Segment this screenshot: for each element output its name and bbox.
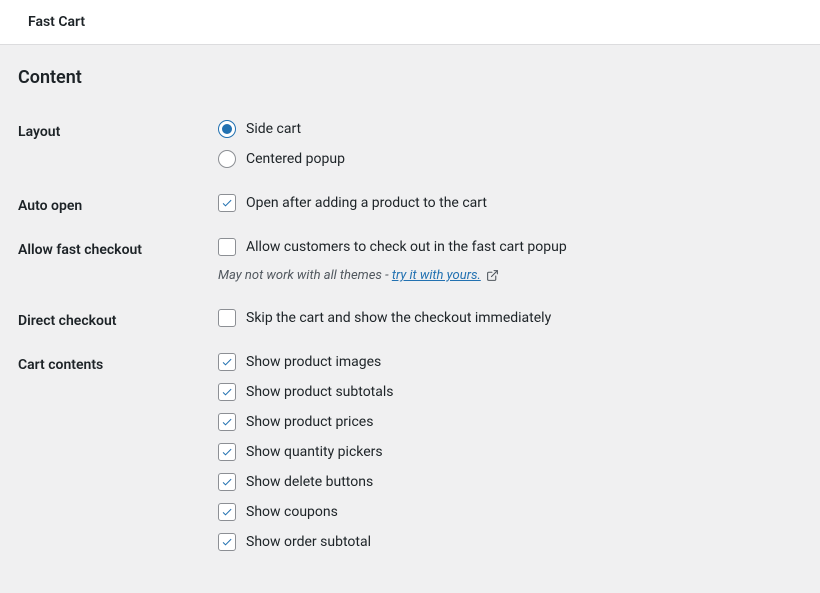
checkbox-product-images-label: Show product images (246, 353, 381, 371)
checkbox-auto-open[interactable] (218, 194, 236, 212)
checkbox-quantity-pickers-label: Show quantity pickers (246, 443, 383, 461)
radio-side-cart[interactable] (218, 120, 236, 138)
cart-contents-option[interactable]: Show delete buttons (218, 473, 802, 491)
fast-checkout-hint-text: May not work with all themes - (218, 268, 392, 283)
checkbox-quantity-pickers[interactable] (218, 443, 236, 461)
fast-checkout-hint: May not work with all themes - try it wi… (218, 268, 802, 283)
row-direct-checkout: Direct checkout Skip the cart and show t… (18, 303, 802, 347)
checkbox-coupons[interactable] (218, 503, 236, 521)
row-cart-contents: Cart contents Show product images Show p… (18, 347, 802, 571)
checkbox-product-prices[interactable] (218, 413, 236, 431)
label-direct-checkout: Direct checkout (18, 303, 218, 347)
cart-contents-option[interactable]: Show coupons (218, 503, 802, 521)
radio-side-cart-label: Side cart (246, 120, 301, 138)
checkbox-direct-checkout[interactable] (218, 309, 236, 327)
label-layout: Layout (18, 114, 218, 188)
checkbox-fast-checkout-label: Allow customers to check out in the fast… (246, 238, 567, 256)
checkbox-fast-checkout[interactable] (218, 238, 236, 256)
cart-contents-option[interactable]: Show quantity pickers (218, 443, 802, 461)
checkbox-auto-open-label: Open after adding a product to the cart (246, 194, 487, 212)
checkbox-product-images[interactable] (218, 353, 236, 371)
section-heading: Content (18, 67, 802, 88)
layout-option-side-cart[interactable]: Side cart (218, 120, 802, 138)
row-auto-open: Auto open Open after adding a product to… (18, 188, 802, 232)
cart-contents-option[interactable]: Show product subtotals (218, 383, 802, 401)
direct-checkout-option[interactable]: Skip the cart and show the checkout imme… (218, 309, 802, 327)
content-wrap: Content Layout Side cart Centered popup … (0, 45, 820, 593)
label-auto-open: Auto open (18, 188, 218, 232)
radio-centered-popup[interactable] (218, 150, 236, 168)
page-title: Fast Cart (28, 14, 792, 30)
checkbox-product-subtotals[interactable] (218, 383, 236, 401)
layout-option-centered-popup[interactable]: Centered popup (218, 150, 802, 168)
checkbox-product-prices-label: Show product prices (246, 413, 373, 431)
auto-open-option[interactable]: Open after adding a product to the cart (218, 194, 802, 212)
fast-checkout-hint-link[interactable]: try it with yours. (392, 268, 481, 283)
label-cart-contents: Cart contents (18, 347, 218, 571)
fast-checkout-option[interactable]: Allow customers to check out in the fast… (218, 238, 802, 256)
cart-contents-option[interactable]: Show product images (218, 353, 802, 371)
row-layout: Layout Side cart Centered popup (18, 114, 802, 188)
checkbox-delete-buttons[interactable] (218, 473, 236, 491)
checkbox-delete-buttons-label: Show delete buttons (246, 473, 373, 491)
label-fast-checkout: Allow fast checkout (18, 232, 218, 303)
external-link-icon (486, 269, 499, 282)
checkbox-order-subtotal[interactable] (218, 533, 236, 551)
radio-centered-popup-label: Centered popup (246, 150, 345, 168)
checkbox-order-subtotal-label: Show order subtotal (246, 533, 371, 551)
row-fast-checkout: Allow fast checkout Allow customers to c… (18, 232, 802, 303)
checkbox-direct-checkout-label: Skip the cart and show the checkout imme… (246, 309, 551, 327)
cart-contents-option[interactable]: Show product prices (218, 413, 802, 431)
cart-contents-option[interactable]: Show order subtotal (218, 533, 802, 551)
top-bar: Fast Cart (0, 0, 820, 45)
checkbox-coupons-label: Show coupons (246, 503, 338, 521)
checkbox-product-subtotals-label: Show product subtotals (246, 383, 394, 401)
settings-table: Layout Side cart Centered popup Auto ope… (18, 114, 802, 571)
